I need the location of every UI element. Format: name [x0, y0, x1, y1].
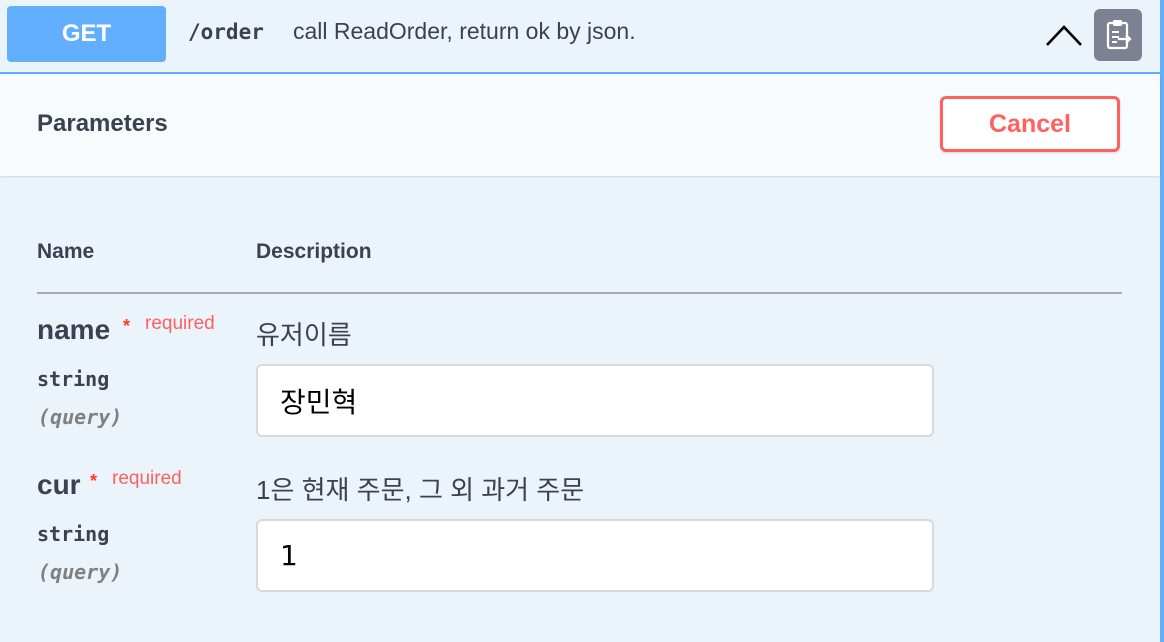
header-divider	[37, 292, 1122, 294]
endpoint-description: call ReadOrder, return ok by json.	[293, 18, 636, 44]
required-label: required	[112, 468, 182, 489]
column-header-name: Name	[37, 240, 95, 263]
required-asterisk: *	[90, 471, 98, 491]
parameter-location: (query)	[38, 405, 123, 429]
parameter-type: string	[37, 522, 110, 546]
method-badge[interactable]: GET	[7, 6, 166, 62]
parameter-type: string	[37, 367, 110, 391]
cur-input[interactable]	[256, 519, 934, 592]
name-input[interactable]	[256, 364, 934, 437]
chevron-up-icon[interactable]	[1045, 23, 1083, 47]
parameter-location: (query)	[38, 560, 123, 584]
required-asterisk: *	[123, 316, 131, 336]
operation-summary[interactable]: GET /order call ReadOrder, return ok by …	[0, 0, 1160, 74]
required-label: required	[145, 313, 215, 334]
parameter-name: name	[37, 314, 111, 345]
cancel-button[interactable]: Cancel	[940, 96, 1120, 152]
parameter-description: 유저이름	[256, 320, 352, 350]
parameters-title: Parameters	[37, 110, 168, 137]
endpoint-path[interactable]: /order	[188, 20, 264, 44]
clipboard-copy-icon	[1106, 20, 1132, 50]
column-header-description: Description	[256, 240, 372, 263]
parameter-name: cur	[37, 469, 81, 500]
parameter-description: 1은 현재 주문, 그 외 과거 주문	[256, 475, 585, 505]
parameters-header: Parameters Cancel	[0, 74, 1160, 176]
operation-block: GET /order call ReadOrder, return ok by …	[0, 0, 1164, 642]
copy-to-clipboard-button[interactable]	[1094, 9, 1142, 61]
